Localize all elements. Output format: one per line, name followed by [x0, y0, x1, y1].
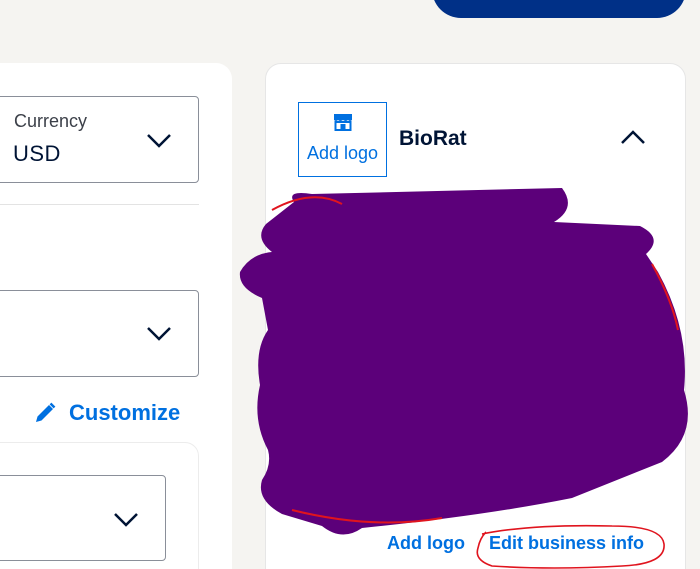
primary-action-button[interactable] [432, 0, 686, 18]
redaction-scribble [239, 188, 688, 535]
item-select[interactable] [0, 475, 166, 561]
add-logo-label: Add logo [306, 143, 379, 163]
currency-value: USD [13, 141, 61, 166]
add-logo-button[interactable]: Add logo [298, 102, 387, 177]
customize-button[interactable]: Customize [33, 400, 180, 426]
business-name: BioRat [399, 127, 467, 150]
add-logo-link[interactable]: Add logo [387, 533, 465, 554]
store-icon [334, 114, 352, 131]
settings-select[interactable] [0, 290, 199, 377]
currency-select[interactable]: Currency USD [0, 96, 199, 183]
chevron-down-icon [147, 327, 171, 341]
chevron-down-icon [114, 513, 138, 527]
section-divider [0, 204, 199, 205]
chevron-up-icon[interactable] [620, 128, 646, 146]
customize-label: Customize [69, 400, 181, 425]
chevron-down-icon [147, 134, 171, 148]
annotation-circle [476, 524, 665, 569]
pencil-icon [36, 402, 56, 422]
currency-label: Currency [14, 111, 88, 131]
